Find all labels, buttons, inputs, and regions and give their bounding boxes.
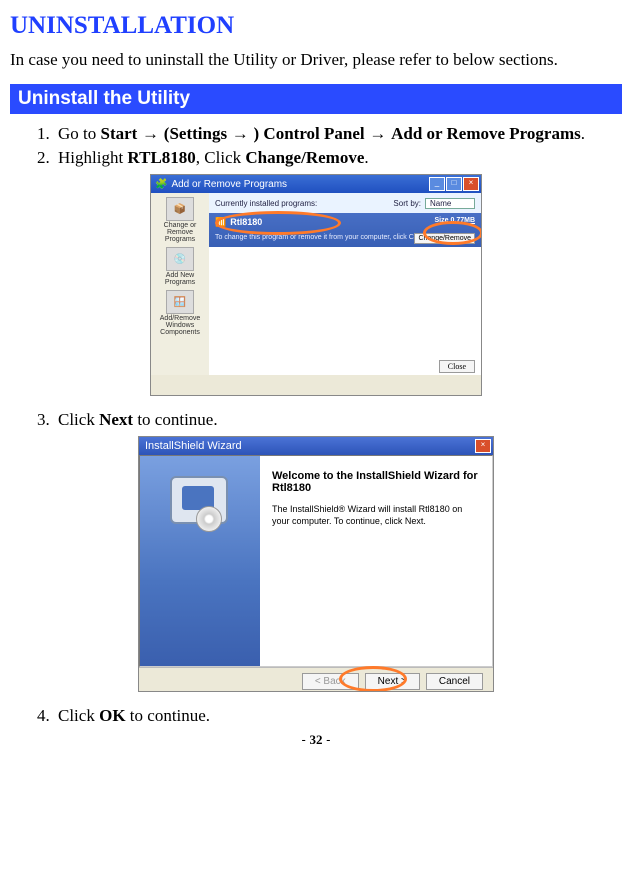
disc-icon: 💿 xyxy=(166,247,194,271)
close-button[interactable]: Close xyxy=(439,360,475,373)
currently-installed-label: Currently installed programs: xyxy=(215,199,317,208)
step-3: Click Next to continue. xyxy=(54,410,622,430)
window-titlebar: 🧩 Add or Remove Programs _ □ × xyxy=(151,175,481,193)
sidebar-item-windows-components[interactable]: 🪟 Add/Remove Windows Components xyxy=(151,290,209,336)
step-1: Go to Start → (Settings → ) Control Pane… xyxy=(54,124,622,144)
wizard-heading: Welcome to the InstallShield Wizard for … xyxy=(272,470,480,494)
wizard-text: The InstallShield® Wizard will install R… xyxy=(272,504,480,527)
wizard-sidebar xyxy=(140,456,260,666)
intro-text: In case you need to uninstall the Utilit… xyxy=(10,50,622,70)
sidebar-item-change-remove[interactable]: 📦 Change or Remove Programs xyxy=(151,197,209,243)
step-2: Highlight RTL8180, Click Change/Remove. xyxy=(54,148,622,168)
minimize-icon[interactable]: _ xyxy=(429,177,445,191)
change-remove-button[interactable]: Change/Remove xyxy=(414,233,475,244)
screenshot-add-remove: 🧩 Add or Remove Programs _ □ × 📦 Change … xyxy=(150,174,482,396)
cancel-button[interactable]: Cancel xyxy=(426,673,483,690)
sort-dropdown[interactable]: Name xyxy=(425,198,475,209)
window-titlebar: InstallShield Wizard × xyxy=(139,437,493,455)
box-icon: 🧩 xyxy=(155,179,167,190)
box-icon: 📦 xyxy=(166,197,194,221)
screenshot-installshield: InstallShield Wizard × Welcome to the In… xyxy=(138,436,494,692)
maximize-icon[interactable]: □ xyxy=(446,177,462,191)
program-icon: 📶 xyxy=(215,217,226,228)
page-title: UNINSTALLATION xyxy=(10,12,622,40)
program-row-selected[interactable]: 📶 Rtl8180 Size 0.77MB To change this pro… xyxy=(209,213,481,247)
windows-icon: 🪟 xyxy=(166,290,194,314)
close-icon[interactable]: × xyxy=(475,439,491,453)
program-name: Rtl8180 xyxy=(230,217,262,228)
sidebar-item-add-new[interactable]: 💿 Add New Programs xyxy=(151,247,209,286)
next-button[interactable]: Next > xyxy=(365,673,420,690)
window-title: InstallShield Wizard xyxy=(145,440,242,452)
step-4: Click OK to continue. xyxy=(54,706,622,726)
section-heading: Uninstall the Utility xyxy=(10,84,622,114)
window-title: Add or Remove Programs xyxy=(171,179,287,190)
disc-icon xyxy=(196,506,222,532)
page-number: - 32 - xyxy=(10,732,622,748)
close-icon[interactable]: × xyxy=(463,177,479,191)
back-button: < Back xyxy=(302,673,359,690)
sort-by-label: Sort by: xyxy=(393,199,421,208)
